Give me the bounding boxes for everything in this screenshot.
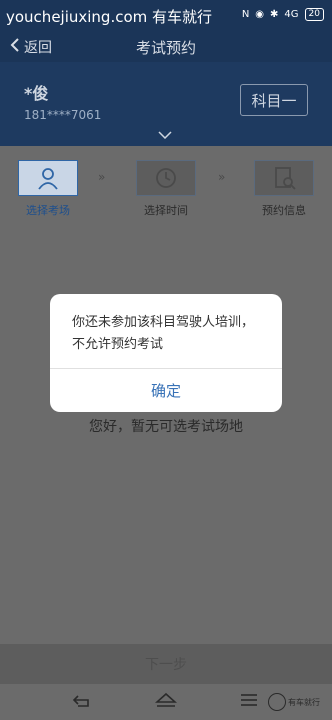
system-navigation-bar: 有车就行 xyxy=(0,684,332,720)
status-icons: N ◉ ✱ 4G 20 xyxy=(242,8,324,21)
document-search-icon xyxy=(254,160,314,196)
nfc-icon: N xyxy=(241,9,250,20)
main-content: 选择考场 » 选择时间 » 预约信息 您好，暂无可选考试场地 下一步 xyxy=(0,146,332,684)
dialog-message: 你还未参加该科目驾驶人培训，不允许预约考试 xyxy=(72,315,255,352)
logo-text: 有车就行 xyxy=(288,697,320,707)
person-icon xyxy=(18,160,78,196)
empty-state-message: 您好，暂无可选考试场地 xyxy=(89,419,243,435)
step-label: 预约信息 xyxy=(262,204,306,217)
next-step-button[interactable]: 下一步 xyxy=(0,644,332,684)
alert-dialog: 你还未参加该科目驾驶人培训，不允许预约考试 确定 xyxy=(50,294,282,412)
location-icon: ◉ xyxy=(255,9,265,20)
home-nav-icon[interactable] xyxy=(154,692,178,712)
network-label: 4G xyxy=(284,9,299,20)
brand-logo: 有车就行 xyxy=(268,690,328,714)
menu-nav-icon[interactable] xyxy=(240,692,258,712)
step-select-time[interactable]: 选择时间 xyxy=(135,160,197,218)
double-chevron-icon: » xyxy=(98,170,106,184)
bluetooth-icon: ✱ xyxy=(270,9,279,20)
step-select-venue[interactable]: 选择考场 xyxy=(17,160,79,218)
logo-mark-icon xyxy=(268,693,286,711)
subject-selector[interactable]: 科目一 xyxy=(240,84,308,116)
user-phone: 181****7061 xyxy=(24,108,102,122)
double-chevron-icon: » xyxy=(218,170,226,184)
profile-panel: *俊 181****7061 科目一 xyxy=(0,62,332,146)
step-label: 选择时间 xyxy=(144,204,188,217)
user-name: *俊 xyxy=(24,84,49,103)
step-indicator: 选择考场 » 选择时间 » 预约信息 xyxy=(0,146,332,226)
chevron-down-icon[interactable] xyxy=(158,128,172,142)
page-title: 考试预约 xyxy=(135,39,196,57)
step-booking-info[interactable]: 预约信息 xyxy=(253,160,315,218)
watermark: youchejiuxing.com 有车就行 xyxy=(6,8,213,26)
step-label: 选择考场 xyxy=(26,204,70,217)
back-nav-icon[interactable] xyxy=(72,692,92,712)
navigation-bar: 返回 考试预约 xyxy=(0,32,332,62)
clock-icon xyxy=(136,160,196,196)
confirm-button[interactable]: 确定 xyxy=(50,369,282,412)
battery-icon: 20 xyxy=(304,8,324,21)
status-bar: youchejiuxing.com 有车就行 N ◉ ✱ 4G 20 xyxy=(0,0,332,32)
